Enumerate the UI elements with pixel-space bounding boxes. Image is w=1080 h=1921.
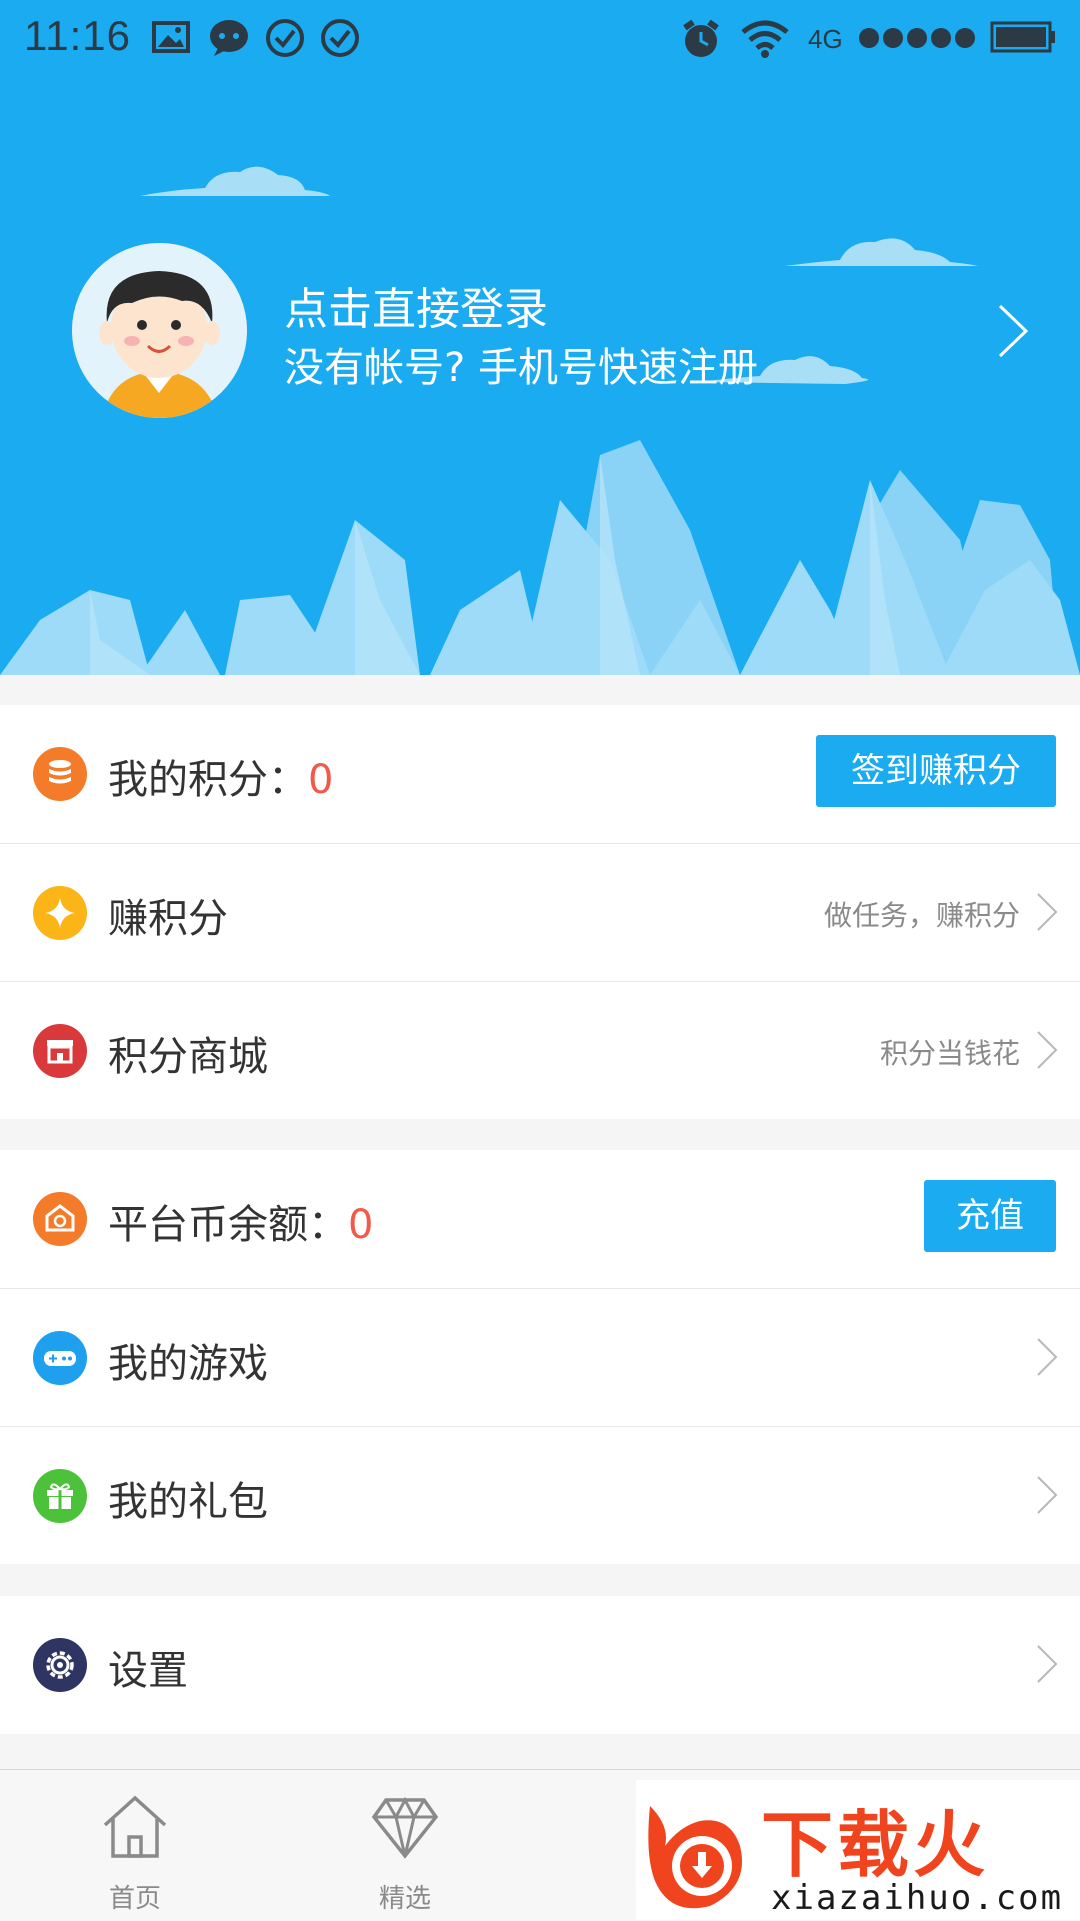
- my-gifts-row[interactable]: 我的礼包: [0, 1426, 1080, 1565]
- my-points-row: 我的积分：0 签到赚积分: [0, 705, 1080, 843]
- chevron-right-icon[interactable]: [997, 303, 1029, 359]
- status-time: 11:16: [24, 12, 131, 59]
- points-mall-hint: 积分当钱花: [879, 1037, 1020, 1070]
- points-section: 我的积分：0 签到赚积分 赚积分 做任务，赚积分 积分商城 积分当钱花: [0, 705, 1080, 1119]
- network-type: 4G: [808, 24, 843, 54]
- chevron-right-icon: [1037, 1645, 1058, 1683]
- my-points-label: 我的积分：0: [108, 747, 333, 805]
- my-games-row[interactable]: 我的游戏: [0, 1288, 1080, 1427]
- tab-featured-label: 精选: [378, 1884, 431, 1914]
- home-icon: [103, 1795, 167, 1858]
- checkin-button[interactable]: 签到赚积分: [816, 735, 1056, 807]
- login-entry[interactable]: 点击直接登录 没有帐号? 手机号快速注册: [72, 243, 1032, 418]
- balance-label: 平台币余额：0: [108, 1192, 373, 1250]
- watermark: 下载火 xiazaihuo.com: [636, 1780, 1080, 1920]
- chevron-right-icon: [1037, 893, 1058, 931]
- diamond-star-icon: [33, 886, 87, 940]
- my-games-label: 我的游戏: [108, 1341, 268, 1387]
- check-circle-icon: [321, 19, 359, 57]
- my-gifts-label: 我的礼包: [108, 1479, 268, 1525]
- avatar-illustration: [72, 243, 247, 418]
- watermark-text: 下载火: [761, 1803, 990, 1887]
- points-mall-label: 积分商城: [108, 1034, 268, 1080]
- login-title[interactable]: 点击直接登录: [284, 273, 548, 337]
- chevron-right-icon: [1037, 1338, 1058, 1376]
- balance-row: 平台币余额：0 充值: [0, 1150, 1080, 1288]
- check-circle-icon: [266, 19, 304, 57]
- settings-row[interactable]: 设置: [0, 1596, 1080, 1734]
- recharge-button[interactable]: 充值: [924, 1180, 1056, 1252]
- diamond-icon: [371, 1796, 439, 1859]
- register-link[interactable]: 没有帐号? 手机号快速注册: [284, 335, 758, 393]
- watermark-url: xiazaihuo.com: [771, 1878, 1064, 1918]
- my-points-value: 0: [308, 757, 334, 803]
- gamepad-icon: [33, 1331, 87, 1385]
- earn-points-label: 赚积分: [108, 896, 228, 942]
- tab-home[interactable]: 首页: [60, 1770, 210, 1921]
- image-icon: [152, 21, 190, 53]
- signal-icon: [859, 28, 975, 48]
- alarm-icon: [683, 19, 719, 57]
- earn-points-hint: 做任务，赚积分: [823, 899, 1020, 932]
- gift-icon: [33, 1469, 87, 1523]
- wallet-section: 平台币余额：0 充值 我的游戏 我的礼包: [0, 1150, 1080, 1564]
- settings-section: 设置: [0, 1596, 1080, 1734]
- balance-text: 平台币余额：: [108, 1202, 348, 1248]
- my-points-text: 我的积分：: [108, 757, 308, 803]
- coin-hand-icon: [33, 1192, 87, 1246]
- profile-header: 11:16 4G 点击直接登录 没有帐号? 手机号快速注册: [0, 0, 1080, 675]
- tab-featured[interactable]: 精选: [330, 1770, 480, 1921]
- battery-icon: [990, 21, 1055, 53]
- settings-label: 设置: [108, 1648, 188, 1694]
- avatar[interactable]: [72, 243, 247, 418]
- tab-home-label: 首页: [108, 1884, 161, 1914]
- status-bar: 11:16 4G: [0, 0, 1080, 80]
- wifi-icon: [741, 20, 789, 58]
- watermark-logo: [648, 1806, 742, 1909]
- chevron-right-icon: [1037, 1476, 1058, 1514]
- chevron-right-icon: [1037, 1031, 1058, 1069]
- balance-value: 0: [348, 1202, 374, 1248]
- chat-icon: [210, 20, 248, 56]
- gear-icon: [33, 1638, 87, 1692]
- shop-icon: [33, 1024, 87, 1078]
- earn-points-row[interactable]: 赚积分 做任务，赚积分: [0, 843, 1080, 982]
- points-mall-row[interactable]: 积分商城 积分当钱花: [0, 981, 1080, 1120]
- coins-icon: [33, 747, 87, 801]
